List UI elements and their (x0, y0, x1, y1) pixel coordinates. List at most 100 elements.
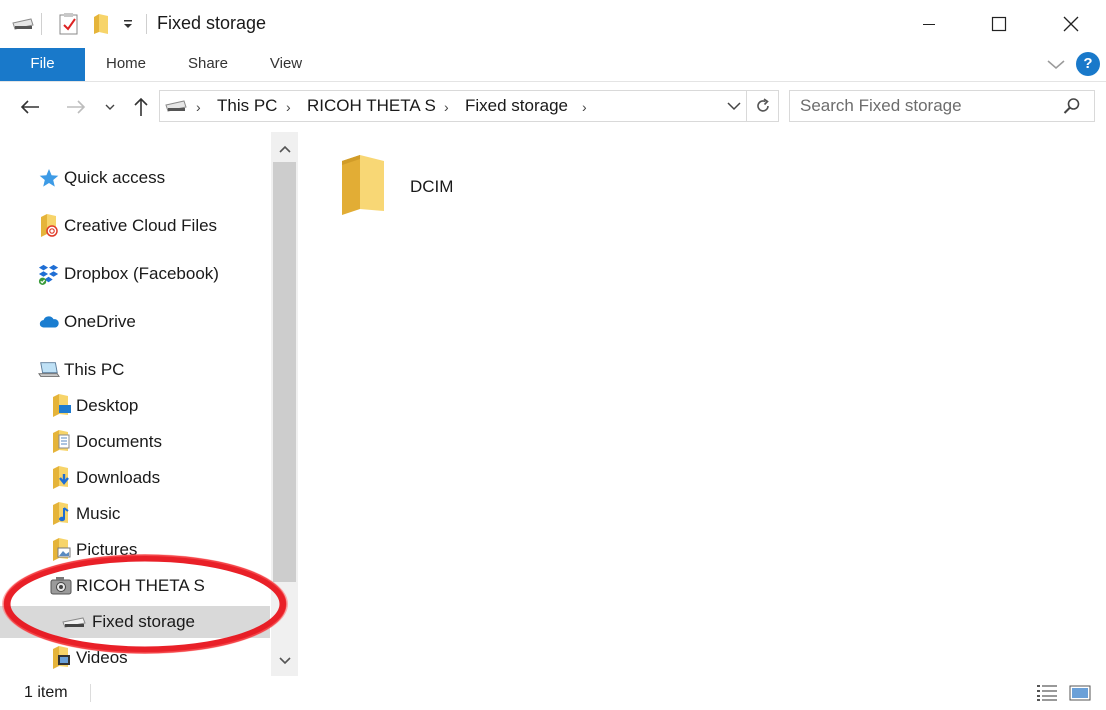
status-separator (90, 684, 91, 702)
address-history-button[interactable] (726, 99, 742, 118)
camera-icon (50, 575, 72, 597)
nav-item-label: Fixed storage (92, 612, 195, 631)
breadcrumb-ricoh-theta-s[interactable]: RICOH THETA S (307, 96, 436, 116)
documents-folder-icon (50, 430, 72, 453)
properties-icon[interactable] (56, 10, 82, 38)
nav-item-onedrive[interactable]: OneDrive (0, 306, 270, 338)
nav-item-label: Desktop (76, 396, 139, 415)
drive-icon[interactable] (10, 10, 36, 38)
close-button[interactable] (1048, 0, 1094, 48)
large-icons-view-icon (1069, 685, 1091, 701)
breadcrumb-fixed-storage[interactable]: Fixed storage (465, 96, 568, 116)
tab-file[interactable]: File (0, 48, 85, 81)
breadcrumb-separator[interactable]: › (444, 99, 449, 115)
search-icon[interactable] (1063, 97, 1081, 120)
large-icons-view-button[interactable] (1068, 682, 1092, 704)
arrow-right-icon (67, 100, 86, 114)
breadcrumb-this-pc[interactable]: This PC (217, 96, 277, 116)
nav-item-this-pc[interactable]: This PC (0, 354, 270, 386)
breadcrumb-separator[interactable]: › (196, 99, 201, 115)
minimize-button[interactable] (906, 0, 952, 48)
new-folder-icon[interactable] (88, 10, 114, 38)
customize-toolbar-icon[interactable] (118, 10, 138, 38)
nav-scrollbar[interactable] (271, 132, 298, 676)
maximize-button[interactable] (976, 0, 1022, 48)
title-bar: Fixed storage (0, 0, 1106, 48)
search-box[interactable] (789, 90, 1095, 122)
up-button[interactable] (128, 92, 154, 122)
nav-item-quick-access[interactable]: Quick access (0, 162, 270, 194)
chevron-up-icon (278, 145, 291, 153)
scrollbar-thumb[interactable] (273, 162, 296, 582)
nav-item-label: Music (76, 504, 121, 523)
ribbon: File Home Share View ? (0, 48, 1106, 82)
chevron-down-icon (727, 102, 741, 111)
nav-item-documents[interactable]: Documents (0, 426, 270, 458)
nav-item-dropbox[interactable]: Dropbox (Facebook) (0, 258, 270, 290)
title-divider (40, 10, 44, 38)
scroll-down-button[interactable] (271, 648, 298, 674)
star-icon (38, 167, 60, 189)
computer-icon (38, 359, 60, 381)
nav-item-label: RICOH THETA S (76, 576, 205, 595)
breadcrumb-separator[interactable]: › (286, 99, 291, 115)
search-input[interactable] (800, 95, 1050, 117)
back-button[interactable] (14, 92, 46, 122)
file-item-name: DCIM (410, 177, 454, 196)
drive-icon (164, 99, 188, 118)
refresh-icon (757, 98, 769, 112)
pictures-folder-icon (50, 538, 72, 561)
tab-view[interactable]: View (254, 48, 318, 81)
dropbox-icon (38, 263, 60, 285)
nav-item-pictures[interactable]: Pictures (0, 534, 270, 566)
details-view-icon (1037, 685, 1057, 701)
details-view-button[interactable] (1035, 682, 1059, 704)
title-separator (146, 14, 147, 34)
address-divider (746, 91, 747, 121)
address-row: › This PC › RICOH THETA S › Fixed storag… (0, 82, 1106, 132)
expand-ribbon-button[interactable] (1045, 54, 1067, 74)
item-count: 1 item (24, 684, 68, 701)
nav-item-ricoh-theta-s[interactable]: RICOH THETA S (0, 570, 270, 602)
scroll-up-button[interactable] (271, 136, 298, 162)
help-button[interactable]: ? (1076, 52, 1100, 76)
nav-item-videos[interactable]: Videos (0, 642, 270, 674)
recent-locations-button[interactable] (100, 92, 120, 122)
chevron-down-icon (278, 657, 291, 665)
breadcrumb-separator[interactable]: › (582, 99, 587, 115)
nav-item-label: Videos (76, 648, 128, 667)
nav-item-fixed-storage[interactable]: Fixed storage (0, 606, 270, 638)
refresh-button[interactable] (754, 97, 772, 120)
navigation-pane: Quick access Creative Cloud Files Dropbo… (0, 132, 298, 676)
nav-item-label: Quick access (64, 168, 166, 187)
nav-item-label: Creative Cloud Files (64, 216, 218, 235)
window-title: Fixed storage (157, 13, 267, 33)
minimize-icon (923, 24, 935, 25)
tab-home[interactable]: Home (92, 48, 160, 81)
tab-share[interactable]: Share (172, 48, 244, 81)
videos-folder-icon (50, 646, 72, 669)
nav-item-label: Pictures (76, 540, 138, 559)
nav-item-label: OneDrive (64, 312, 136, 331)
nav-item-creative-cloud[interactable]: Creative Cloud Files (0, 210, 270, 242)
music-folder-icon (50, 502, 72, 525)
drive-icon (60, 611, 88, 633)
chevron-down-icon (105, 104, 115, 110)
nav-item-desktop[interactable]: Desktop (0, 390, 270, 422)
desktop-folder-icon (50, 394, 72, 417)
nav-item-label: Downloads (76, 468, 161, 487)
status-bar: 1 item (0, 676, 1106, 710)
creative-cloud-folder-icon (38, 214, 60, 237)
forward-button[interactable] (60, 92, 92, 122)
nav-item-downloads[interactable]: Downloads (0, 462, 270, 494)
onedrive-cloud-icon (38, 311, 60, 333)
folder-icon (338, 153, 386, 222)
nav-item-music[interactable]: Music (0, 498, 270, 530)
content-pane: DCIM (298, 132, 1106, 676)
chevron-down-icon (1047, 60, 1065, 69)
file-item-dcim[interactable]: DCIM (338, 152, 498, 222)
downloads-folder-icon (50, 466, 72, 489)
address-bar[interactable]: › This PC › RICOH THETA S › Fixed storag… (159, 90, 779, 122)
arrow-left-icon (20, 100, 39, 114)
nav-item-label: Dropbox (Facebook) (64, 264, 219, 283)
